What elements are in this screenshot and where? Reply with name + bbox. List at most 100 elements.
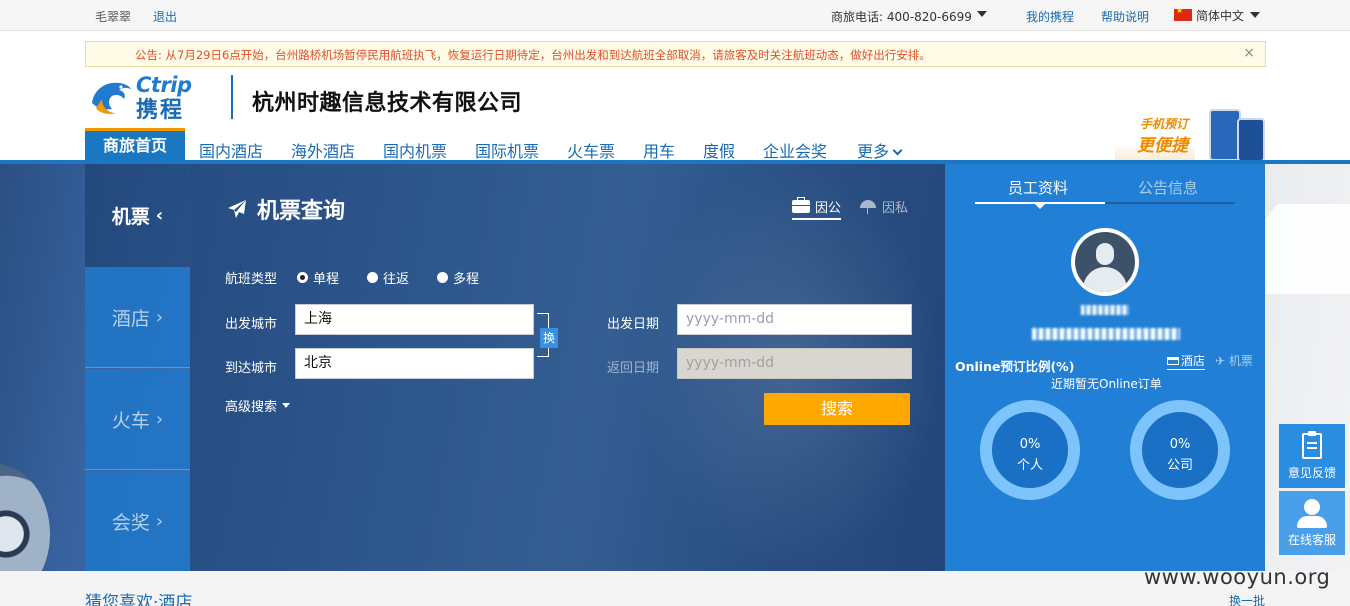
personal-ratio-label: 个人 xyxy=(1016,458,1043,473)
company-name: 杭州时趣信息技术有限公司 xyxy=(252,91,523,116)
mobile-booking-promo[interactable]: 手机预订 更便捷 xyxy=(1115,108,1267,163)
nav-home[interactable]: 商旅首页 xyxy=(85,128,185,161)
nav-overseas-hotel[interactable]: 海外酒店 xyxy=(291,138,355,162)
ratio-tab-flight[interactable]: ✈ 机票 xyxy=(1215,352,1253,369)
avatar-placeholder-icon xyxy=(1075,232,1135,292)
ctrip-logo[interactable]: Ctrip 携程 xyxy=(88,73,212,123)
product-tab-mice[interactable]: 会奖 › xyxy=(85,471,190,571)
airplane-icon xyxy=(228,200,246,218)
ratio-tab-flight-label: 机票 xyxy=(1228,354,1253,368)
tablet-illustration-icon xyxy=(1237,118,1265,162)
product-tab-train[interactable]: 火车 › xyxy=(85,369,190,470)
caret-down-icon xyxy=(282,403,291,408)
tab-private-label: 因私 xyxy=(882,201,909,216)
bed-icon xyxy=(1167,356,1179,365)
radio-unchecked-icon xyxy=(437,272,448,283)
to-city-label: 到达城市 xyxy=(225,361,278,376)
announcement-bar: 公告: 从7月29日6点开始，台州路桥机场暂停民用航班执飞，恢复运行日期待定，台… xyxy=(85,41,1266,67)
chevron-right-icon: › xyxy=(155,306,164,328)
my-trip-link[interactable]: 我的携程 xyxy=(1026,8,1074,25)
help-link[interactable]: 帮助说明 xyxy=(1101,8,1149,25)
product-tab-label: 酒店 xyxy=(111,307,150,330)
flight-type-label: 航班类型 xyxy=(225,272,278,287)
ratio-tab-hotel-label: 酒店 xyxy=(1181,354,1206,368)
avatar xyxy=(1071,228,1139,296)
logo-chinese: 携程 xyxy=(136,98,185,123)
watermark: www.wooyun.org xyxy=(1144,565,1331,589)
feedback-button[interactable]: 意见反馈 xyxy=(1279,424,1345,488)
product-tab-label: 火车 xyxy=(111,409,150,432)
from-city-input[interactable]: 上海 xyxy=(295,304,534,335)
beach-umbrella-icon xyxy=(859,199,877,214)
nav-more-label: 更多 xyxy=(857,142,890,161)
radio-checked-icon xyxy=(297,272,308,283)
nav-domestic-flight[interactable]: 国内机票 xyxy=(383,138,447,162)
announcement-text: 公告: 从7月29日6点开始，台州路桥机场暂停民用航班执飞，恢复运行日期待定，台… xyxy=(135,48,931,62)
return-date-input[interactable]: yyyy-mm-dd xyxy=(677,348,912,379)
airplane-engine-graphic xyxy=(0,464,50,571)
chevron-left-icon: ‹ xyxy=(155,205,164,226)
dolphin-logo-icon xyxy=(92,82,131,114)
redacted-employee-email xyxy=(1032,328,1180,340)
tab-business-label: 因公 xyxy=(815,201,842,216)
tab-announcements[interactable]: 公告信息 xyxy=(1138,177,1198,198)
swap-cities-button[interactable]: 换 xyxy=(540,328,558,348)
nav-international-flight[interactable]: 国际机票 xyxy=(475,138,539,162)
refresh-recommendations-link[interactable]: 换一批 xyxy=(1229,592,1265,606)
product-tab-label: 机票 xyxy=(111,206,150,228)
promo-line-2: 更便捷 xyxy=(1137,136,1188,156)
tab-private-travel[interactable]: 因私 xyxy=(859,197,908,216)
language-selector[interactable]: 简体中文 xyxy=(1174,6,1261,24)
radio-label: 单程 xyxy=(313,272,340,287)
return-date-label: 返回日期 xyxy=(607,361,660,376)
company-ratio-label: 公司 xyxy=(1166,458,1193,473)
top-utility-bar: 毛翠翠 退出 商旅电话: 400-820-6699 我的携程 帮助说明 简体中文 xyxy=(0,0,1350,31)
username: 毛翠翠 xyxy=(95,10,132,24)
advanced-search-toggle[interactable]: 高级搜索 xyxy=(225,396,291,415)
nav-mice[interactable]: 企业会奖 xyxy=(763,138,827,162)
tab-business-travel[interactable]: 因公 xyxy=(792,197,842,220)
product-tab-hotel[interactable]: 酒店 › xyxy=(85,267,190,368)
logo-divider xyxy=(231,75,233,119)
feedback-label: 意见反馈 xyxy=(1287,466,1336,480)
search-button[interactable]: 搜索 xyxy=(764,393,910,425)
advanced-search-label: 高级搜索 xyxy=(225,400,278,415)
briefcase-icon xyxy=(792,197,810,213)
nav-vacation[interactable]: 度假 xyxy=(703,138,735,162)
nav-car[interactable]: 用车 xyxy=(643,138,675,162)
ratio-tab-hotel[interactable]: 酒店 xyxy=(1167,352,1206,370)
phone-dropdown-icon[interactable] xyxy=(977,11,987,17)
product-tab-flight[interactable]: 机票 ‹ xyxy=(85,164,190,267)
depart-date-input[interactable]: yyyy-mm-dd xyxy=(677,304,912,335)
from-city-label: 出发城市 xyxy=(225,317,278,332)
product-tabs: 机票 ‹ 酒店 › 火车 › 会奖 › xyxy=(85,164,190,571)
online-service-button[interactable]: 在线客服 xyxy=(1279,491,1345,555)
radio-multi-city[interactable]: 多程 xyxy=(437,268,479,287)
product-tab-label: 会奖 xyxy=(111,511,150,534)
nav-more[interactable]: 更多 xyxy=(857,138,903,162)
support-agent-icon xyxy=(1304,499,1320,515)
online-ratio-title: Online预订比例(%) xyxy=(955,359,1075,374)
radio-round-trip[interactable]: 往返 xyxy=(367,268,409,287)
flight-search-title: 机票查询 xyxy=(225,193,345,225)
redacted-employee-name xyxy=(1081,305,1129,315)
recommendations-title: 猜您喜欢·酒店 xyxy=(85,593,193,606)
nav-train[interactable]: 火车票 xyxy=(567,138,615,162)
china-flag-icon xyxy=(1174,6,1192,21)
chevron-right-icon: › xyxy=(155,408,164,430)
company-ratio-ring: 0% 公司 xyxy=(1130,400,1230,500)
depart-date-label: 出发日期 xyxy=(607,317,660,332)
tab-employee-profile[interactable]: 员工资料 xyxy=(1008,177,1068,198)
radio-unchecked-icon xyxy=(367,272,378,283)
radio-label: 多程 xyxy=(453,272,480,287)
chevron-down-icon xyxy=(1250,12,1261,18)
radio-label: 往返 xyxy=(383,272,410,287)
close-icon[interactable]: × xyxy=(1243,45,1255,61)
radio-one-way[interactable]: 单程 xyxy=(297,268,339,287)
promo-line-1: 手机预订 xyxy=(1140,117,1189,131)
personal-ratio-value: 0% xyxy=(1019,437,1041,452)
to-city-input[interactable]: 北京 xyxy=(295,348,534,379)
language-label: 简体中文 xyxy=(1196,8,1245,23)
logout-link[interactable]: 退出 xyxy=(153,8,177,25)
nav-domestic-hotel[interactable]: 国内酒店 xyxy=(199,138,263,162)
